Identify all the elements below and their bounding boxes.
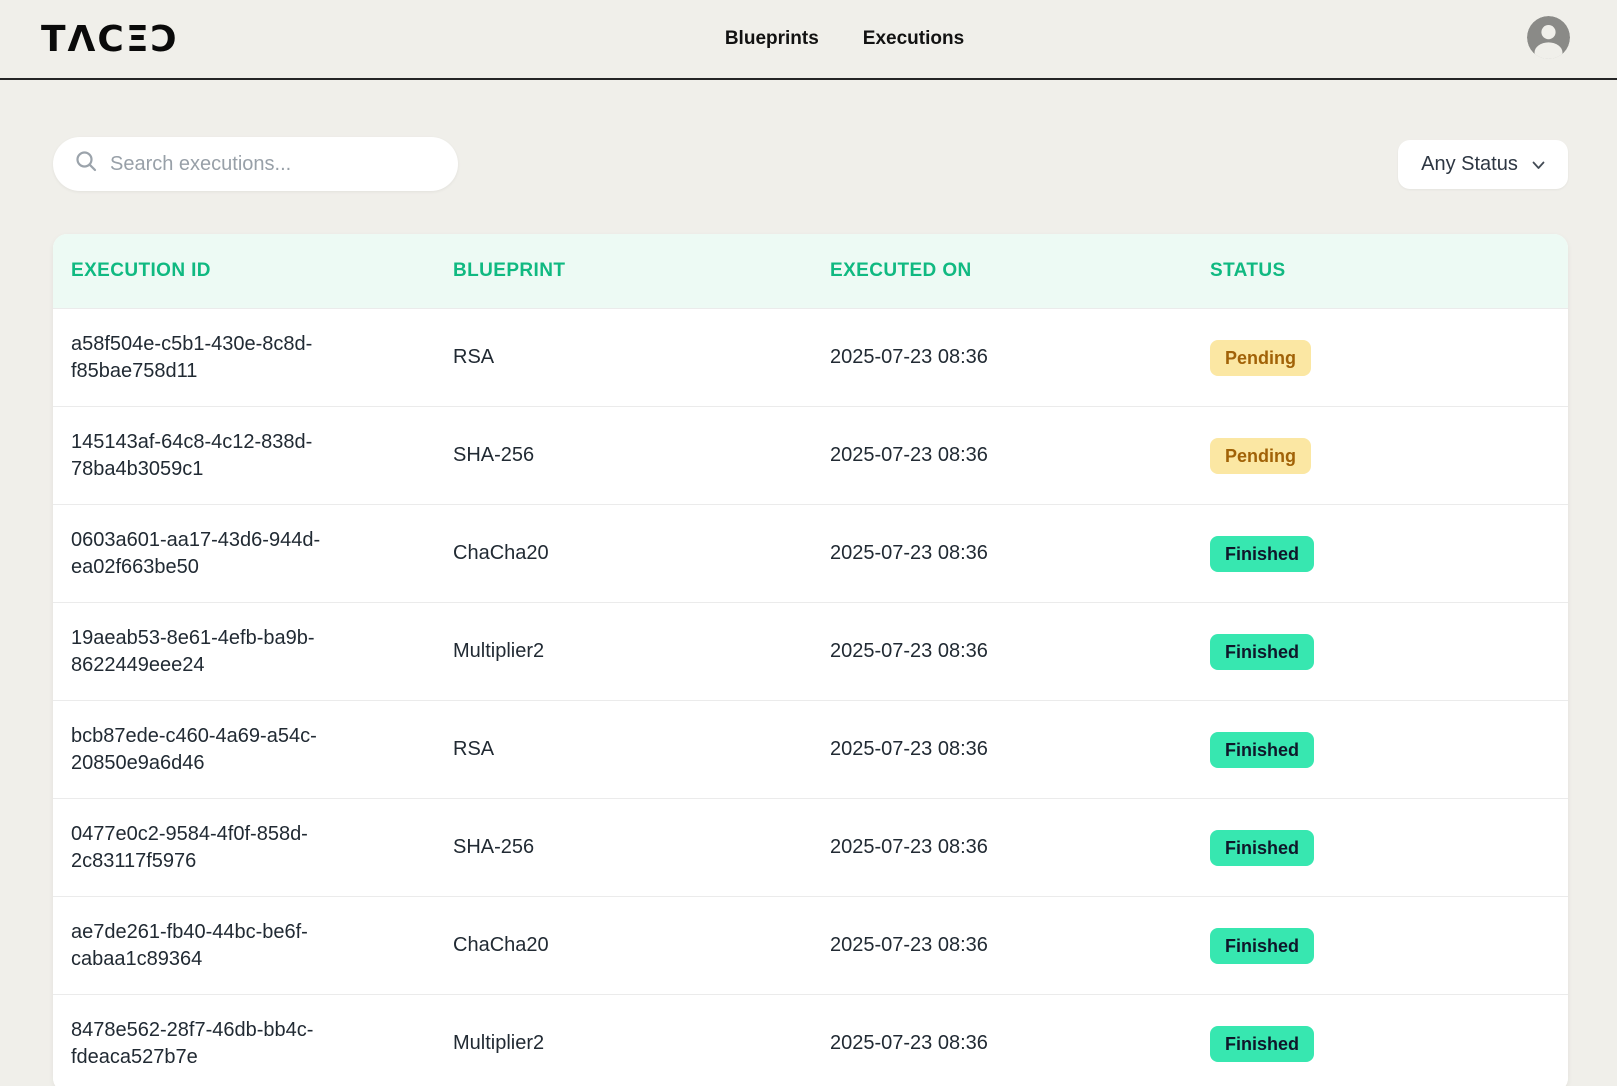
table-row[interactable]: 19aeab53-8e61-4efb-ba9b-8622449eee24 Mul…	[53, 602, 1568, 700]
user-avatar-button[interactable]	[1527, 16, 1570, 59]
column-header-blueprint: BLUEPRINT	[453, 260, 830, 282]
table-row[interactable]: 145143af-64c8-4c12-838d-78ba4b3059c1 SHA…	[53, 406, 1568, 504]
table-row[interactable]: 0477e0c2-9584-4f0f-858d-2c83117f5976 SHA…	[53, 798, 1568, 896]
main-content: Any Status EXECUTION ID BLUEPRINT EXECUT…	[0, 137, 1617, 1086]
status-filter-select[interactable]: Any Status	[1398, 140, 1568, 189]
main-nav: Blueprints Executions	[725, 0, 964, 78]
executed-on-cell: 2025-07-23 08:36	[830, 640, 1210, 663]
status-badge: Pending	[1210, 438, 1311, 474]
execution-id-cell: 0603a601-aa17-43d6-944d-ea02f663be50	[71, 527, 321, 581]
executed-on-cell: 2025-07-23 08:36	[830, 1032, 1210, 1055]
column-header-status: STATUS	[1210, 260, 1568, 282]
status-badge: Finished	[1210, 1026, 1314, 1062]
status-filter-value: Any Status	[1421, 153, 1518, 176]
status-badge: Finished	[1210, 536, 1314, 572]
executed-on-cell: 2025-07-23 08:36	[830, 934, 1210, 957]
blueprint-cell: RSA	[453, 738, 830, 761]
executed-on-cell: 2025-07-23 08:36	[830, 444, 1210, 467]
user-avatar-icon	[1527, 16, 1570, 59]
execution-id-cell: 8478e562-28f7-46db-bb4c-fdeaca527b7e	[71, 1017, 321, 1071]
table-row[interactable]: a58f504e-c5b1-430e-8c8d-f85bae758d11 RSA…	[53, 308, 1568, 406]
executed-on-cell: 2025-07-23 08:36	[830, 836, 1210, 859]
execution-id-cell: bcb87ede-c460-4a69-a54c-20850e9a6d46	[71, 723, 321, 777]
blueprint-cell: ChaCha20	[453, 934, 830, 957]
blueprint-cell: Multiplier2	[453, 640, 830, 663]
status-badge: Finished	[1210, 634, 1314, 670]
chevron-down-icon	[1532, 153, 1545, 176]
executed-on-cell: 2025-07-23 08:36	[830, 346, 1210, 369]
table-row[interactable]: bcb87ede-c460-4a69-a54c-20850e9a6d46 RSA…	[53, 700, 1568, 798]
table-body: a58f504e-c5b1-430e-8c8d-f85bae758d11 RSA…	[53, 308, 1568, 1086]
search-input[interactable]	[110, 153, 440, 176]
taceo-logo[interactable]: TΛCΞƆ	[41, 19, 179, 60]
nav-item-blueprints[interactable]: Blueprints	[725, 28, 819, 50]
execution-id-cell: 19aeab53-8e61-4efb-ba9b-8622449eee24	[71, 625, 321, 679]
nav-item-executions[interactable]: Executions	[863, 28, 964, 50]
status-badge: Finished	[1210, 732, 1314, 768]
executed-on-cell: 2025-07-23 08:36	[830, 542, 1210, 565]
blueprint-cell: Multiplier2	[453, 1032, 830, 1055]
status-badge: Pending	[1210, 340, 1311, 376]
column-header-execution-id: EXECUTION ID	[71, 260, 453, 282]
executions-table: EXECUTION ID BLUEPRINT EXECUTED ON STATU…	[53, 234, 1568, 1086]
search-box	[53, 137, 458, 191]
table-header-row: EXECUTION ID BLUEPRINT EXECUTED ON STATU…	[53, 234, 1568, 308]
executed-on-cell: 2025-07-23 08:36	[830, 738, 1210, 761]
blueprint-cell: SHA-256	[453, 836, 830, 859]
status-badge: Finished	[1210, 928, 1314, 964]
search-icon	[75, 150, 98, 178]
blueprint-cell: RSA	[453, 346, 830, 369]
execution-id-cell: ae7de261-fb40-44bc-be6f-cabaa1c89364	[71, 919, 321, 973]
execution-id-cell: 0477e0c2-9584-4f0f-858d-2c83117f5976	[71, 821, 321, 875]
status-badge: Finished	[1210, 830, 1314, 866]
blueprint-cell: ChaCha20	[453, 542, 830, 565]
table-row[interactable]: 8478e562-28f7-46db-bb4c-fdeaca527b7e Mul…	[53, 994, 1568, 1086]
top-bar: TΛCΞƆ Blueprints Executions	[0, 0, 1617, 80]
execution-id-cell: a58f504e-c5b1-430e-8c8d-f85bae758d11	[71, 331, 321, 385]
column-header-executed-on: EXECUTED ON	[830, 260, 1210, 282]
table-row[interactable]: 0603a601-aa17-43d6-944d-ea02f663be50 Cha…	[53, 504, 1568, 602]
toolbar: Any Status	[53, 137, 1568, 191]
blueprint-cell: SHA-256	[453, 444, 830, 467]
execution-id-cell: 145143af-64c8-4c12-838d-78ba4b3059c1	[71, 429, 321, 483]
table-row[interactable]: ae7de261-fb40-44bc-be6f-cabaa1c89364 Cha…	[53, 896, 1568, 994]
